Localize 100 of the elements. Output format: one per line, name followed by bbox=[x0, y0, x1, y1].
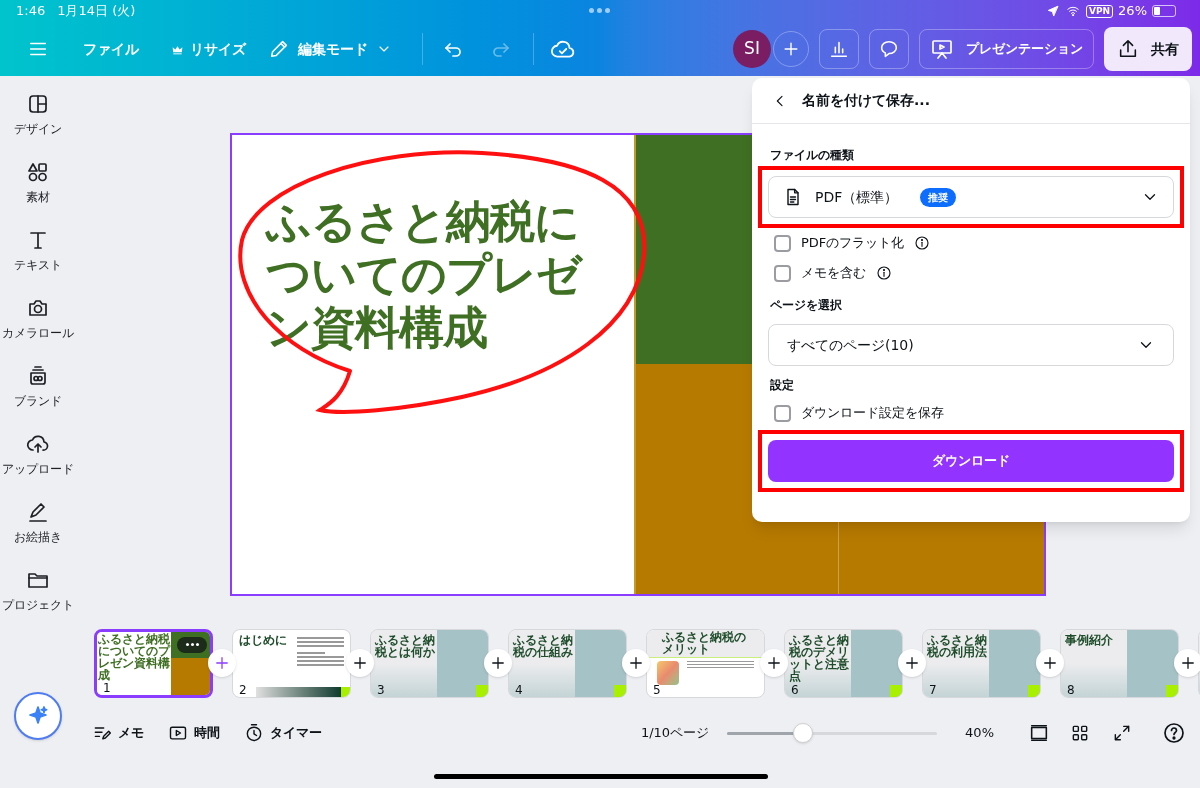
thumbnail-block bbox=[171, 657, 210, 695]
slide-thumbnail[interactable]: ふるさと納税のデメリットと注意点 6 bbox=[784, 628, 903, 698]
pen-icon bbox=[26, 500, 50, 524]
thumbnail-title: 事例紹介 bbox=[1065, 633, 1114, 646]
single-page-view-icon[interactable] bbox=[1028, 722, 1050, 744]
battery-icon bbox=[1152, 5, 1176, 17]
plus-icon bbox=[903, 654, 921, 672]
share-icon bbox=[1117, 38, 1139, 60]
insights-button[interactable] bbox=[819, 29, 859, 69]
corner-accent bbox=[1166, 684, 1178, 697]
slide-thumbnail[interactable]: 事例紹介 8 bbox=[1060, 628, 1179, 698]
wifi-icon bbox=[1065, 4, 1081, 18]
checkbox-label: PDFのフラット化 bbox=[801, 234, 905, 253]
sidebar-item[interactable]: プロジェクト bbox=[0, 568, 76, 614]
slide-thumbnail[interactable]: ふるさと納税の仕組み 4 bbox=[508, 628, 627, 698]
grid-view-icon[interactable] bbox=[1070, 723, 1090, 743]
sidebar-item[interactable]: 素材 bbox=[0, 160, 76, 206]
slide-number: 3 bbox=[377, 683, 385, 696]
magic-button[interactable] bbox=[14, 692, 62, 740]
slide-number: 8 bbox=[1067, 683, 1075, 696]
stopwatch-icon bbox=[244, 723, 264, 743]
plus-icon bbox=[627, 654, 645, 672]
slide-thumbnail[interactable]: ふるさと納税の利用法 7 bbox=[922, 628, 1041, 698]
comment-button[interactable] bbox=[869, 29, 909, 69]
checkbox[interactable] bbox=[774, 404, 791, 422]
multitasking-dots-icon bbox=[589, 8, 610, 13]
plus-icon bbox=[1041, 654, 1059, 672]
notes-button[interactable]: メモ bbox=[92, 723, 144, 743]
slide-number: 1 bbox=[103, 681, 111, 694]
checkbox-label: ダウンロード設定を保存 bbox=[801, 404, 944, 423]
page-indicator: 1/10ページ bbox=[640, 724, 710, 743]
file-type-value: PDF（標準） bbox=[815, 187, 899, 207]
thumbnail-title: ふるさと納税の仕組み bbox=[513, 633, 574, 658]
user-avatar[interactable]: SI bbox=[733, 30, 771, 68]
section-label: ページを選択 bbox=[770, 297, 843, 314]
plus-icon bbox=[765, 654, 783, 672]
plus-icon bbox=[489, 654, 507, 672]
slide-thumbnail[interactable]: ふるさと納税とは何か 3 bbox=[370, 628, 489, 698]
presentation-screen-icon bbox=[930, 37, 954, 61]
thumbnail-title: ふるさと納税とは何か bbox=[375, 633, 436, 658]
thumbnail-title: ふるさと納税のデメリットと注意点 bbox=[789, 633, 850, 682]
location-arrow-icon bbox=[1046, 4, 1060, 18]
layout-icon bbox=[26, 92, 50, 116]
zoom-slider[interactable] bbox=[727, 722, 938, 744]
sidebar-item[interactable]: デザイン bbox=[0, 92, 76, 138]
slide-thumbnail[interactable]: ふるさと納税のメリット 5 bbox=[646, 628, 765, 698]
share-button[interactable]: 共有 bbox=[1104, 27, 1192, 71]
sidebar-item[interactable]: アップロード bbox=[0, 432, 76, 478]
zoom-percent: 40% bbox=[965, 724, 994, 743]
shapes-icon bbox=[26, 160, 50, 184]
section-label: ファイルの種類 bbox=[770, 147, 855, 164]
thumbnail-title: はじめに bbox=[239, 633, 288, 646]
slide-number: 2 bbox=[239, 683, 247, 696]
slide-number: 6 bbox=[791, 683, 799, 696]
corner-accent bbox=[476, 684, 488, 697]
slide-thumbnail[interactable]: はじめに 2 bbox=[232, 628, 351, 698]
date: 1月14日 (火) bbox=[57, 2, 136, 21]
file-type-select[interactable]: PDF（標準） 推奨 bbox=[768, 176, 1174, 218]
pencil-icon bbox=[268, 38, 290, 60]
present-button[interactable]: プレゼンテーション bbox=[919, 29, 1094, 69]
corner-accent bbox=[614, 684, 626, 697]
timer-button[interactable]: タイマー bbox=[244, 723, 322, 743]
speech-bubble-icon bbox=[878, 38, 900, 60]
fullscreen-icon[interactable] bbox=[1112, 723, 1132, 743]
sidebar-item[interactable]: ブランド bbox=[0, 364, 76, 410]
corner-accent bbox=[890, 684, 902, 697]
sidebar-item[interactable]: カメラロール bbox=[0, 296, 76, 342]
slide-number: 5 bbox=[653, 683, 661, 696]
clock-time: 1:46 bbox=[16, 2, 46, 21]
text-lines-drawing bbox=[687, 660, 754, 669]
plus-icon bbox=[351, 654, 369, 672]
page-select[interactable]: すべてのページ(10) bbox=[768, 324, 1174, 366]
cloud-upload-icon bbox=[26, 432, 50, 456]
slide-thumbnail[interactable]: ふるさと納税についてのプレゼン資料構成 1 bbox=[94, 628, 213, 698]
more-options-icon[interactable] bbox=[177, 636, 207, 653]
panel-title: 名前を付けて保存... bbox=[802, 91, 930, 110]
checkbox-label: メモを含む bbox=[801, 264, 866, 283]
recommended-badge: 推奨 bbox=[920, 187, 957, 207]
corner-accent bbox=[1028, 684, 1040, 697]
photo-placeholder bbox=[657, 660, 679, 685]
vpn-badge: VPN bbox=[1086, 4, 1114, 18]
download-button[interactable]: ダウンロード bbox=[768, 440, 1174, 482]
plus-icon bbox=[1179, 654, 1197, 672]
corner-accent bbox=[341, 686, 350, 697]
checkbox[interactable] bbox=[774, 234, 791, 252]
thumbnail-title: ふるさと納税の利用法 bbox=[927, 633, 988, 658]
duration-button[interactable]: 時間 bbox=[168, 723, 220, 743]
slide-number: 4 bbox=[515, 683, 523, 696]
add-slide-button[interactable] bbox=[1174, 649, 1200, 677]
plus-icon bbox=[213, 654, 231, 672]
help-icon[interactable] bbox=[1162, 721, 1186, 745]
info-icon bbox=[914, 235, 931, 251]
sidebar-item[interactable]: お絵描き bbox=[0, 500, 76, 546]
info-icon bbox=[876, 265, 892, 281]
slider-thumb[interactable] bbox=[792, 723, 813, 743]
sidebar-item[interactable]: テキスト bbox=[0, 228, 76, 274]
play-screen-icon bbox=[168, 723, 188, 743]
section-label: 設定 bbox=[770, 377, 795, 394]
checkbox[interactable] bbox=[774, 264, 791, 282]
thumbnail-title: ふるさと納税についてのプレゼン資料構成 bbox=[98, 632, 171, 681]
